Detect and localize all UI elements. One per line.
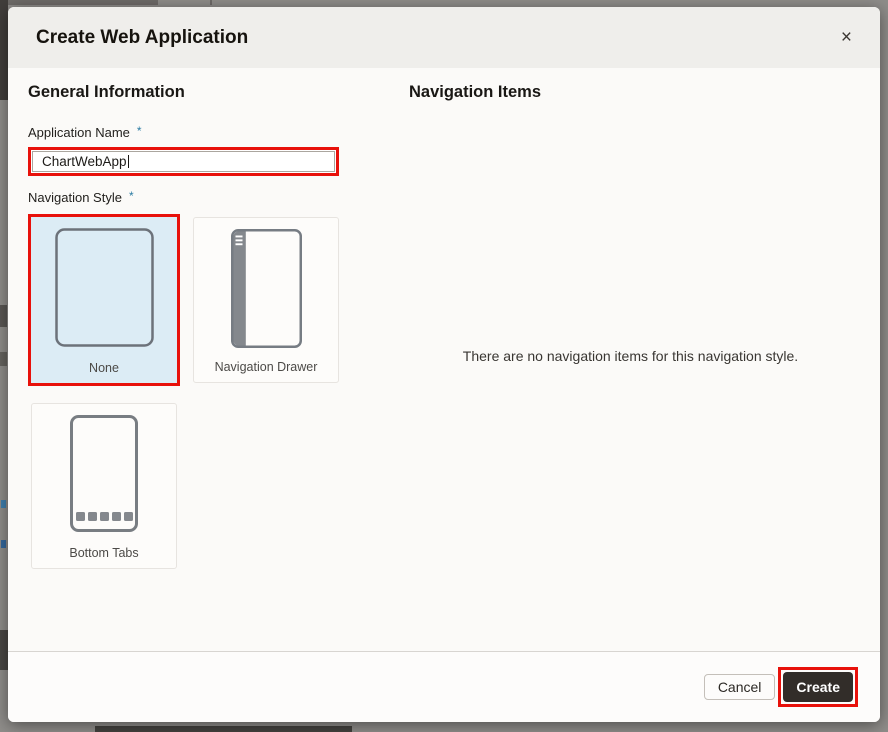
- background-page: [1, 500, 6, 508]
- close-icon: ×: [841, 27, 852, 48]
- card-wrapper: Navigation Drawer: [190, 214, 342, 386]
- navigation-style-options: None N: [28, 214, 401, 572]
- blank-page-icon: [55, 228, 154, 347]
- required-asterisk: *: [137, 125, 142, 138]
- nav-style-option-bottom-tabs[interactable]: Bottom Tabs: [31, 403, 177, 569]
- create-button[interactable]: Create: [783, 672, 853, 702]
- application-name-input[interactable]: ChartWebApp: [32, 151, 335, 172]
- navigation-items-empty-message: There are no navigation items for this n…: [401, 348, 860, 364]
- background-page: [0, 630, 8, 670]
- annotation-highlight: None: [28, 214, 180, 386]
- card-wrapper: Bottom Tabs: [28, 400, 180, 572]
- application-name-value: ChartWebApp: [42, 154, 127, 169]
- dialog-body: General Information Application Name * C…: [8, 68, 880, 651]
- create-web-application-dialog: Create Web Application × General Informa…: [8, 7, 880, 722]
- cancel-button[interactable]: Cancel: [704, 674, 776, 700]
- background-page: [1, 540, 6, 548]
- close-button[interactable]: ×: [837, 26, 856, 49]
- navigation-items-heading: Navigation Items: [409, 83, 860, 102]
- navigation-style-label: Navigation Style *: [28, 190, 401, 205]
- card-label: Bottom Tabs: [69, 546, 138, 560]
- annotation-highlight: Create: [778, 667, 858, 707]
- card-label: Navigation Drawer: [215, 360, 318, 374]
- bottom-tabs-icon: [70, 415, 138, 532]
- navigation-items-pane: Navigation Items There are no navigation…: [401, 83, 860, 651]
- general-information-heading: General Information: [28, 83, 401, 102]
- application-name-label: Application Name *: [28, 125, 401, 140]
- dialog-header: Create Web Application ×: [8, 7, 880, 68]
- nav-style-option-navigation-drawer[interactable]: Navigation Drawer: [193, 217, 339, 383]
- background-page: [0, 352, 7, 366]
- navigation-drawer-icon: [231, 229, 302, 348]
- general-information-pane: General Information Application Name * C…: [28, 83, 401, 651]
- dialog-title: Create Web Application: [36, 27, 248, 49]
- nav-style-option-none[interactable]: None: [31, 217, 177, 383]
- required-asterisk: *: [129, 190, 134, 203]
- annotation-highlight: ChartWebApp: [28, 147, 339, 176]
- text-caret: [128, 155, 129, 168]
- background-page: [0, 0, 8, 100]
- dialog-footer: Cancel Create: [8, 651, 880, 722]
- background-page: [8, 0, 158, 5]
- background-page: [95, 726, 352, 732]
- background-page: [0, 305, 7, 327]
- card-label: None: [89, 361, 119, 375]
- background-page: [210, 0, 212, 5]
